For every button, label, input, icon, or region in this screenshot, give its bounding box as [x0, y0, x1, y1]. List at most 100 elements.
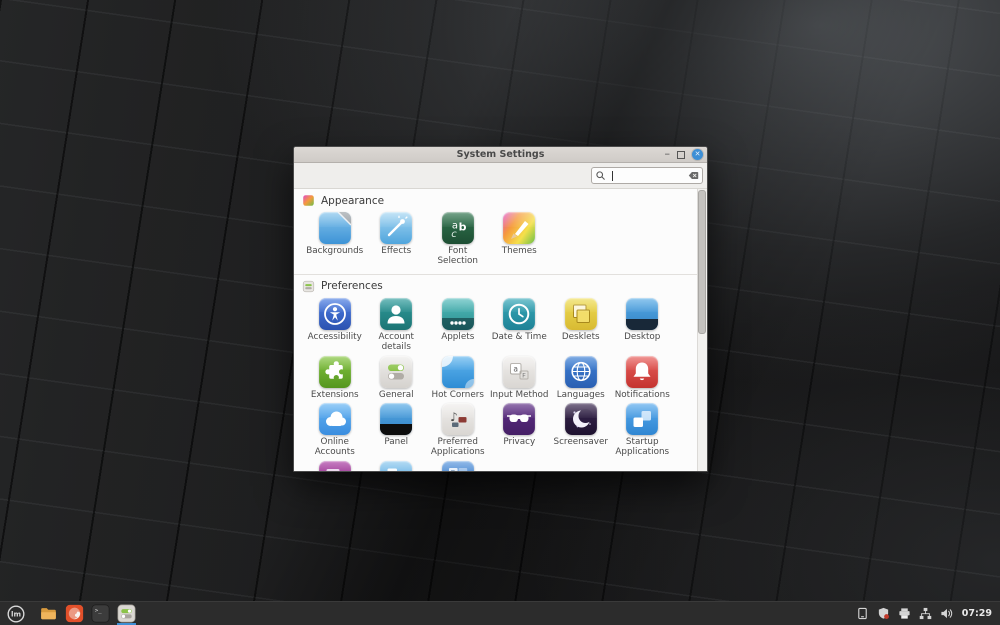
search-icon [595, 170, 606, 181]
window-title: System Settings [294, 147, 707, 162]
scrollbar[interactable] [697, 189, 707, 471]
item-label: Hot Corners [432, 390, 484, 400]
item-label: Date & Time [492, 332, 547, 342]
settings-item-accessibility[interactable]: Accessibility [304, 298, 366, 353]
launcher-files[interactable] [38, 602, 59, 625]
item-label: Languages [557, 390, 605, 400]
settings-item-online-accounts[interactable]: Online Accounts [304, 403, 366, 458]
corner-glow-icon [442, 356, 474, 388]
settings-content: AppearanceBackgroundsEffectsabcFont Sele… [294, 189, 707, 471]
search-area [294, 163, 707, 189]
window-controls: – ✕ [665, 147, 704, 162]
clock[interactable]: 07:29 [962, 608, 992, 619]
person-icon [380, 298, 412, 330]
maximize-button[interactable] [677, 151, 685, 159]
svg-text:a: a [514, 364, 519, 373]
item-label: Accessibility [308, 332, 362, 342]
quadrants-icon [442, 461, 474, 471]
settings-item-windows[interactable]: Windows [304, 461, 366, 471]
preferences-mini-icon [302, 280, 315, 293]
clock-icon [503, 298, 535, 330]
settings-item-preferred-applications[interactable]: ♪Preferred Applications [427, 403, 489, 458]
item-label: Privacy [503, 437, 535, 447]
settings-item-desklets[interactable]: Desklets [550, 298, 612, 353]
svg-text:>_: >_ [95, 608, 102, 614]
settings-item-workspaces[interactable]: Workspaces [427, 461, 489, 471]
launcher-terminal[interactable]: >_ [90, 602, 111, 625]
search-input[interactable] [591, 167, 703, 184]
settings-item-applets[interactable]: Applets [427, 298, 489, 353]
update-manager-icon[interactable] [877, 607, 890, 620]
svg-text:♪: ♪ [450, 410, 458, 424]
section-grid-preferences: Accessibility Account detailsAppletsDate … [294, 295, 707, 471]
settings-item-screensaver[interactable]: Screensaver [550, 403, 612, 458]
globe-icon [565, 356, 597, 388]
item-label: Panel [384, 437, 408, 447]
settings-item-languages[interactable]: Languages [550, 356, 612, 400]
settings-item-hot-corners[interactable]: Hot Corners [427, 356, 489, 400]
note-icon [565, 298, 597, 330]
settings-item-date-time[interactable]: Date & Time [489, 298, 551, 353]
toggles-icon [380, 356, 412, 388]
settings-item-desktop[interactable]: Desktop [612, 298, 674, 353]
bell-icon [626, 356, 658, 388]
taskbar: lm >_ 07:29 [0, 601, 1000, 625]
settings-sections: AppearanceBackgroundsEffectsabcFont Sele… [294, 189, 707, 471]
desktop: System Settings – ✕ AppearanceBackground… [0, 0, 1000, 625]
settings-item-window-tiling[interactable]: Window Tiling [366, 461, 428, 471]
workspace-applet-icon[interactable] [856, 607, 869, 620]
volume-icon[interactable] [940, 607, 953, 620]
brush-icon [503, 212, 535, 244]
titlebar[interactable]: System Settings – ✕ [294, 147, 707, 163]
close-button[interactable]: ✕ [692, 149, 703, 160]
minimize-button[interactable]: – [665, 151, 671, 159]
section-grid-appearance: BackgroundsEffectsabcFont Selection Theme… [294, 209, 707, 271]
launcher-system-settings[interactable] [116, 602, 137, 625]
settings-item-font-selection[interactable]: abcFont Selection [427, 212, 489, 267]
fonts-icon: abc [442, 212, 474, 244]
settings-item-backgrounds[interactable]: Backgrounds [304, 212, 366, 267]
page-fold-icon [319, 212, 351, 244]
item-label: Input Method [490, 390, 549, 400]
settings-item-startup-applications[interactable]: Startup Applications [612, 403, 674, 458]
item-label: Screensaver [554, 437, 608, 447]
section-header-appearance: Appearance [294, 189, 707, 209]
item-label: Extensions [311, 390, 359, 400]
section-header-preferences: Preferences [294, 275, 707, 295]
input-chars-icon: aF [503, 356, 535, 388]
scrollbar-thumb[interactable] [698, 190, 706, 334]
item-label: General [379, 390, 414, 400]
dots-row-icon [442, 298, 474, 330]
launcher-menu[interactable]: lm [5, 602, 26, 625]
item-label: Desktop [624, 332, 660, 342]
settings-item-privacy[interactable]: Privacy [489, 403, 551, 458]
clear-search-icon[interactable] [688, 170, 699, 181]
moon-stars-icon [565, 403, 597, 435]
settings-item-effects[interactable]: Effects [366, 212, 428, 267]
settings-item-account-details[interactable]: Account details [366, 298, 428, 353]
settings-item-general[interactable]: General [366, 356, 428, 400]
item-label: Startup Applications [612, 437, 674, 458]
item-label: Desklets [562, 332, 600, 342]
cloud-icon [319, 403, 351, 435]
printer-icon[interactable] [898, 607, 911, 620]
item-label: Account details [366, 332, 428, 353]
settings-item-extensions[interactable]: Extensions [304, 356, 366, 400]
settings-item-themes[interactable]: Themes [489, 212, 551, 267]
section-label: Preferences [321, 280, 383, 292]
windows-stack-icon [319, 461, 351, 471]
settings-item-input-method[interactable]: aF Input Method [489, 356, 551, 400]
band-navy-icon [626, 298, 658, 330]
item-label: Backgrounds [306, 246, 363, 256]
section-preferences: Preferences Accessibility Account detailsA… [294, 274, 707, 471]
band-black-icon [380, 403, 412, 435]
settings-item-panel[interactable]: Panel [366, 403, 428, 458]
launcher-firefox[interactable] [64, 602, 85, 625]
settings-item-notifications[interactable]: Notifications [612, 356, 674, 400]
network-icon[interactable] [919, 607, 932, 620]
system-settings-window: System Settings – ✕ AppearanceBackground… [293, 146, 708, 472]
item-label: Themes [502, 246, 537, 256]
system-tray [856, 607, 953, 620]
person-circle-icon [319, 298, 351, 330]
text-caret [612, 171, 613, 181]
